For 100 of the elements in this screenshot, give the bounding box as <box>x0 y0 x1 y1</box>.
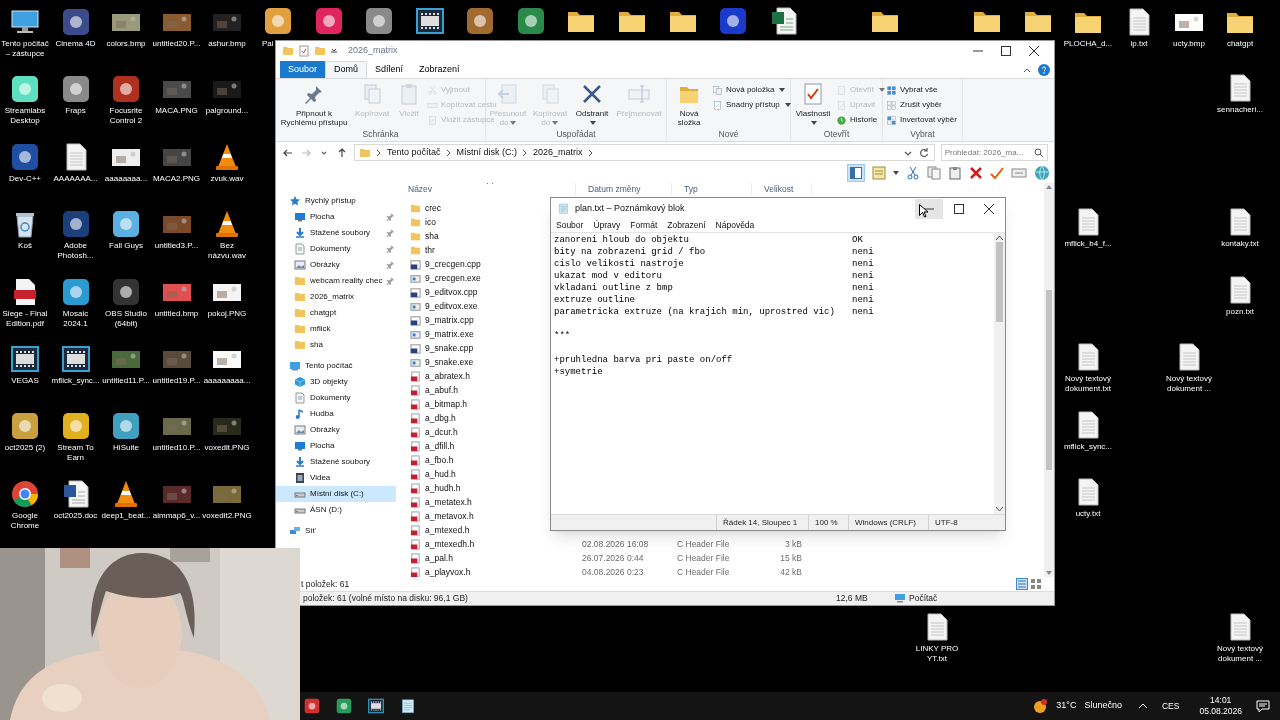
invert-selection-icon[interactable] <box>886 114 897 126</box>
copy-icon[interactable] <box>927 166 941 181</box>
desktop-icon-label[interactable]: MACA.PNG <box>151 106 202 117</box>
breadcrumb[interactable]: 2026_matrix <box>533 145 583 160</box>
window-icon[interactable] <box>410 300 421 312</box>
caret-icon[interactable] <box>893 171 899 176</box>
ribbon-tab[interactable]: Sdílení <box>367 61 412 79</box>
temperature[interactable]: 31°C <box>1056 699 1077 713</box>
checkmark-document-icon[interactable] <box>298 45 310 57</box>
ribbon-button[interactable]: Snadný přístup <box>712 99 791 112</box>
desktop-icon-label[interactable]: LINKY PRO YT.txt <box>909 644 965 664</box>
caret-icon[interactable] <box>811 121 817 126</box>
desktop-icon-label[interactable]: Streamlabs Desktop <box>0 106 50 127</box>
desktop-icon-label[interactable]: zvuk.wav <box>202 173 252 184</box>
ribbon-button[interactable]: Připnout k Rychlému přístupu <box>279 82 349 129</box>
app-icon[interactable] <box>515 5 547 37</box>
file-name[interactable]: 9_crecgen.cpp <box>425 257 481 271</box>
ribbon-button[interactable]: Zrušit výběr <box>886 99 957 112</box>
column-header[interactable]: Typ <box>684 183 698 196</box>
menu-item[interactable]: Zobrazení <box>667 219 706 232</box>
desktop-icon-label[interactable]: mflick_sync... <box>1060 442 1116 452</box>
desktop-icon-label[interactable]: untitled10.P... <box>151 443 202 454</box>
download-arrow-icon[interactable] <box>294 456 306 469</box>
app-icon[interactable] <box>313 5 345 37</box>
film-strip-icon[interactable] <box>9 343 41 375</box>
document-icon[interactable] <box>410 510 421 522</box>
menu-item[interactable]: Úpravy <box>593 219 621 232</box>
scrollbar[interactable] <box>1044 183 1054 578</box>
desktop-icon-label[interactable]: untitled11.P... <box>101 376 151 386</box>
desktop-icon-label[interactable]: untitled20.P... <box>151 39 202 49</box>
app-icon[interactable] <box>262 5 294 37</box>
desktop-icon-label[interactable]: VEGAS <box>0 376 50 386</box>
clock-date[interactable]: 05.08.2026 <box>1199 706 1242 717</box>
nav-item[interactable]: Dokumenty <box>276 390 396 407</box>
file-name[interactable]: a_hudh.h <box>425 481 461 495</box>
app-icon[interactable] <box>363 5 395 37</box>
desktop-icon-label[interactable]: mflick_sync... <box>50 376 101 386</box>
nav-item[interactable]: Obrázky <box>276 422 396 439</box>
ribbon-button[interactable]: Nová položka <box>712 84 791 97</box>
desktop-icon-label[interactable]: sennacheri... <box>1212 105 1268 115</box>
ribbon-tab[interactable]: Soubor <box>280 61 326 79</box>
large-icons-view-icon[interactable] <box>1030 577 1042 590</box>
app-icon[interactable] <box>303 697 321 715</box>
globe-icon[interactable] <box>1034 165 1050 182</box>
desktop-icon-label[interactable]: aaaaaaaaa... <box>202 376 252 386</box>
file-name[interactable]: a_mtexedh.h <box>425 537 475 551</box>
desktop-icon[interactable] <box>294 211 306 224</box>
document-icon[interactable] <box>410 440 421 452</box>
select-all-icon[interactable] <box>886 84 897 96</box>
star-icon[interactable] <box>289 195 301 208</box>
desktop-icon-label[interactable]: Bez názvu.wav <box>202 241 252 262</box>
desktop-icon-label[interactable]: Koš <box>0 241 50 252</box>
desktop-icon-label[interactable]: untitled.bmp <box>151 308 202 319</box>
maximize-icon[interactable] <box>1001 46 1011 56</box>
file-name[interactable]: a_playvox.h <box>425 565 471 578</box>
file-name[interactable]: 9_matrix.cpp <box>425 313 474 327</box>
nav-item[interactable]: Plocha <box>276 209 396 226</box>
nav-item[interactable]: Plocha <box>276 438 396 455</box>
nav-item[interactable]: Stažené soubory <box>276 454 396 471</box>
up-arrow-icon[interactable] <box>336 146 348 159</box>
desktop-icon-label[interactable]: MACA2.PNG <box>151 173 202 184</box>
nav-item[interactable]: Hudba <box>276 406 396 423</box>
desktop-icon-label[interactable]: untitled3.P... <box>151 241 202 252</box>
cube-icon[interactable] <box>294 376 306 389</box>
address-bar[interactable]: Tento počítač Místní disk (C:) 2026_matrix <box>354 144 935 162</box>
chevron-icon[interactable] <box>445 148 452 157</box>
picture-icon[interactable] <box>294 424 306 437</box>
document-icon[interactable] <box>410 342 421 354</box>
file-name[interactable]: thr <box>425 243 435 257</box>
history-icon[interactable] <box>836 114 847 126</box>
nav-item[interactable]: webcam reality chec <box>276 273 396 290</box>
clock-time[interactable]: 14:01 <box>1210 695 1232 706</box>
file-name[interactable]: 9_editvox.exe <box>425 299 478 313</box>
nav-item[interactable]: sha <box>276 337 396 354</box>
file-name[interactable]: a_abratex.h <box>425 369 470 383</box>
desktop-icon-label[interactable]: ashur.bmp <box>202 39 252 49</box>
desktop-icon-label[interactable]: Dev-C++ <box>0 173 50 184</box>
nav-item[interactable]: Videa <box>276 470 396 487</box>
film-strip-icon[interactable] <box>367 697 385 715</box>
ribbon-button[interactable]: Historie <box>836 114 885 127</box>
details-view-icon[interactable] <box>1016 577 1028 590</box>
document-icon[interactable] <box>410 552 421 564</box>
desktop-icon-label[interactable]: pozn.txt <box>1212 307 1268 317</box>
document-icon[interactable] <box>410 286 421 298</box>
desktop-icon-label[interactable]: Focusrite Control 2 <box>101 106 151 127</box>
desktop-icon-label[interactable]: deep1_beat... <box>101 510 151 521</box>
scissors-icon[interactable] <box>906 166 920 181</box>
ribbon-tab[interactable]: Domů <box>325 61 368 79</box>
film-icon[interactable] <box>294 472 306 485</box>
file-name[interactable]: a_bitmap.h <box>425 397 468 411</box>
file-name[interactable]: 9_crecgen.exe <box>425 271 481 285</box>
properties-icon[interactable] <box>801 82 825 107</box>
close-icon[interactable] <box>984 203 994 214</box>
desktop-icon-label[interactable]: aimmap6_v... <box>151 510 202 521</box>
music-note-icon[interactable] <box>294 408 306 421</box>
desktop-icon-label[interactable]: Nový textový dokument ... <box>1212 644 1268 664</box>
column-header[interactable]: Velikost <box>764 183 794 196</box>
desktop-icon-label[interactable]: HiSuite <box>101 443 151 454</box>
weather-text[interactable]: Slunečno <box>1084 699 1122 713</box>
app-icon[interactable] <box>335 697 353 715</box>
